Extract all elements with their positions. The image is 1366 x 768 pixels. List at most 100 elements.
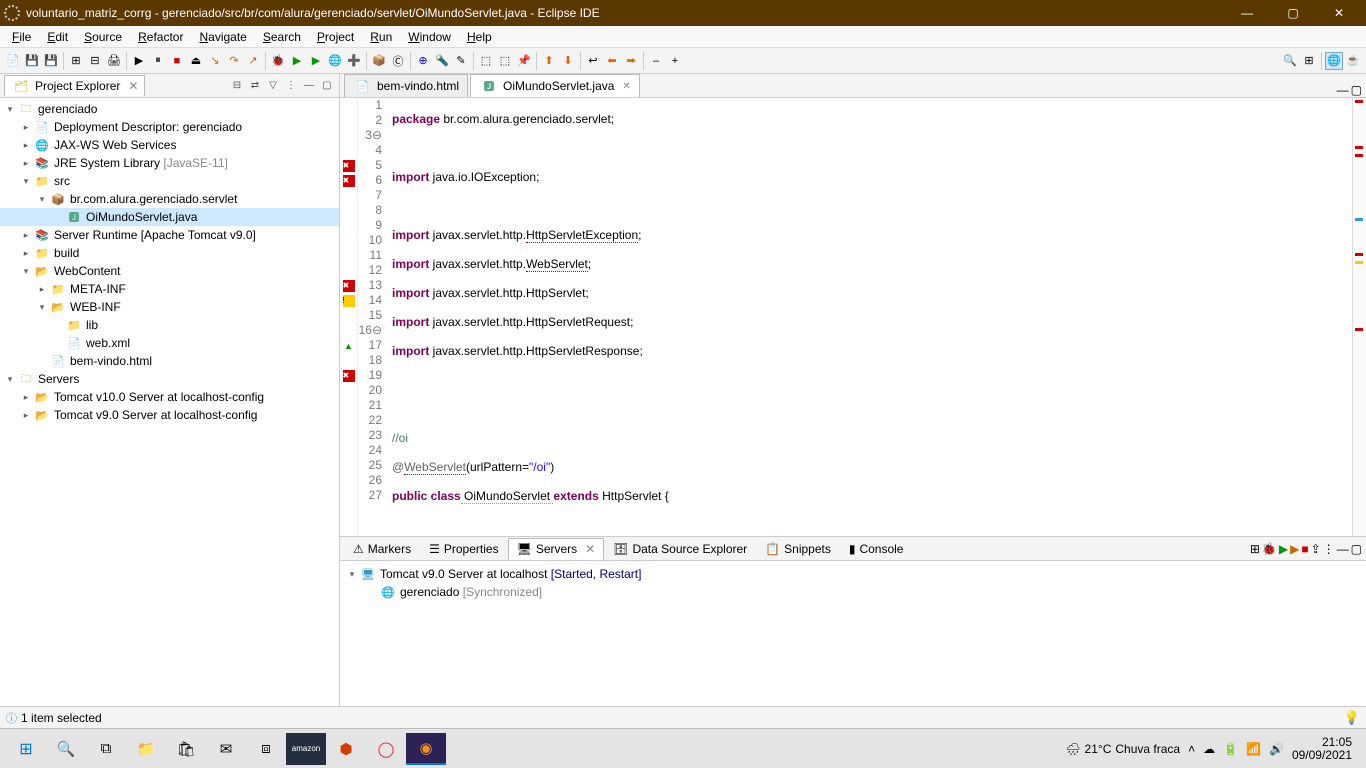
tree-node-servlet[interactable]: OiMundoServlet.java bbox=[84, 210, 197, 224]
search-button[interactable]: 🔍 bbox=[46, 733, 86, 765]
expand-arrow-icon[interactable]: ▾ bbox=[4, 374, 16, 385]
print-button[interactable]: 🖨 bbox=[105, 52, 123, 70]
expand-arrow-icon[interactable]: ▸ bbox=[20, 122, 32, 133]
code-editor[interactable]: ✖ ✖ ✖ ! ▲ ✖ 123⊖45678910111213141516⊖171… bbox=[340, 98, 1352, 536]
expand-arrow-icon[interactable]: ▸ bbox=[20, 158, 32, 169]
tab-properties[interactable]: ☰Properties bbox=[420, 538, 507, 560]
tree-node-bemvindo[interactable]: bem-vindo.html bbox=[68, 354, 152, 368]
file-explorer-button[interactable]: 📁 bbox=[126, 733, 166, 765]
menu-search[interactable]: Search bbox=[255, 28, 309, 46]
servers-tree[interactable]: ▾🖥Tomcat v9.0 Server at localhost [Start… bbox=[340, 561, 1366, 706]
maximize-button[interactable]: ▢ bbox=[1270, 0, 1316, 26]
new-java-package-button[interactable]: 📦 bbox=[370, 52, 388, 70]
overview-warn-mark[interactable] bbox=[1355, 261, 1363, 264]
volume-icon[interactable]: 🔊 bbox=[1269, 742, 1284, 756]
tree-node-tomcat10[interactable]: Tomcat v10.0 Server at localhost-config bbox=[52, 390, 264, 404]
tree-node-servers[interactable]: Servers bbox=[36, 372, 79, 386]
perspective-javaee[interactable]: 🌐 bbox=[1325, 52, 1343, 70]
tree-node-webcontent[interactable]: WebContent bbox=[52, 264, 121, 278]
stop-button[interactable]: ■ bbox=[168, 52, 186, 70]
tree-node-gerenciado[interactable]: gerenciado bbox=[36, 102, 97, 116]
opera-button[interactable]: ◯ bbox=[366, 733, 406, 765]
project-explorer-tab[interactable]: 🗂 Project Explorer ✕ bbox=[4, 75, 145, 96]
store-button[interactable]: 🛍 bbox=[166, 733, 206, 765]
forward-button[interactable]: ➡ bbox=[622, 52, 640, 70]
expand-arrow-icon[interactable]: ▾ bbox=[4, 104, 16, 115]
close-icon[interactable]: ✕ bbox=[622, 81, 630, 92]
minimize-icon[interactable]: — bbox=[1337, 83, 1349, 97]
suspend-button[interactable]: ⏸ bbox=[149, 52, 167, 70]
close-icon[interactable]: ✕ bbox=[585, 542, 595, 556]
profile-server-button[interactable]: ▶ bbox=[1290, 542, 1299, 556]
server-link-button[interactable]: ⊞ bbox=[1250, 542, 1260, 556]
amazon-button[interactable]: amazon bbox=[286, 733, 326, 765]
overview-error-mark[interactable] bbox=[1355, 154, 1363, 157]
zoom-in-button[interactable]: + bbox=[666, 52, 684, 70]
marker-gutter[interactable]: ✖ ✖ ✖ ! ▲ ✖ bbox=[340, 98, 358, 536]
toggle-mark-button[interactable]: ✎ bbox=[452, 52, 470, 70]
menu-source[interactable]: Source bbox=[76, 28, 130, 46]
step-over-button[interactable]: ↷ bbox=[225, 52, 243, 70]
expand-arrow-icon[interactable]: ▸ bbox=[20, 230, 32, 241]
overview-error-mark[interactable] bbox=[1355, 146, 1363, 149]
editor-tab-bemvindo[interactable]: 📄bem-vindo.html bbox=[344, 74, 468, 97]
editor-tab-oimundo[interactable]: 🅹OiMundoServlet.java✕ bbox=[470, 74, 640, 97]
tree-node-src[interactable]: src bbox=[52, 174, 70, 188]
open-type-button[interactable]: ⊕ bbox=[414, 52, 432, 70]
server-tomcat9[interactable]: Tomcat v9.0 Server at localhost [Started… bbox=[378, 567, 641, 581]
project-tree[interactable]: ▾🗀gerenciado ▸📄Deployment Descriptor: ge… bbox=[0, 98, 339, 706]
filter-button[interactable]: ▽ bbox=[265, 78, 281, 94]
tree-node-webxml[interactable]: web.xml bbox=[84, 336, 130, 350]
coverage-button[interactable]: ▶ bbox=[307, 52, 325, 70]
dropbox-button[interactable]: ⧈ bbox=[246, 733, 286, 765]
menu-file[interactable]: File bbox=[4, 28, 39, 46]
minimize-button[interactable]: — bbox=[1224, 0, 1270, 26]
search-icon[interactable]: 🔍 bbox=[1281, 52, 1299, 70]
clock[interactable]: 21:05 09/09/2021 bbox=[1292, 736, 1352, 762]
menu-help[interactable]: Help bbox=[459, 28, 500, 46]
tree-node-build[interactable]: build bbox=[52, 246, 79, 260]
expand-arrow-icon[interactable]: ▾ bbox=[346, 569, 358, 580]
tree-node-pkg[interactable]: br.com.alura.gerenciado.servlet bbox=[68, 192, 237, 206]
expand-arrow-icon[interactable]: ▾ bbox=[20, 176, 32, 187]
tree-node-jaxws[interactable]: JAX-WS Web Services bbox=[52, 138, 176, 152]
tab-snippets[interactable]: 📋Snippets bbox=[756, 538, 840, 560]
step-return-button[interactable]: ↗ bbox=[244, 52, 262, 70]
tree-node-depdesc[interactable]: Deployment Descriptor: gerenciado bbox=[52, 120, 242, 134]
start-server-button[interactable]: ▶ bbox=[1279, 542, 1288, 556]
overview-error-mark[interactable] bbox=[1355, 328, 1363, 331]
expand-arrow-icon[interactable]: ▾ bbox=[36, 194, 48, 205]
tab-console[interactable]: ▮Console bbox=[840, 538, 913, 560]
eclipse-taskbar-button[interactable]: ◉ bbox=[406, 733, 446, 765]
last-edit-button[interactable]: ↩ bbox=[584, 52, 602, 70]
onedrive-icon[interactable]: ☁ bbox=[1203, 742, 1215, 756]
new-button[interactable]: 📄 bbox=[4, 52, 22, 70]
menu-navigate[interactable]: Navigate bbox=[191, 28, 254, 46]
expand-arrow-icon[interactable]: ▸ bbox=[20, 410, 32, 421]
next-annotation-button[interactable]: ⬇ bbox=[559, 52, 577, 70]
start-button[interactable]: ⊞ bbox=[6, 733, 46, 765]
maximize-icon[interactable]: ▢ bbox=[1351, 542, 1362, 556]
battery-icon[interactable]: 🔋 bbox=[1223, 742, 1238, 756]
overview-ruler[interactable] bbox=[1352, 98, 1366, 536]
overview-info-mark[interactable] bbox=[1355, 218, 1363, 221]
ext-button-2[interactable]: ⬚ bbox=[496, 52, 514, 70]
new-java-class-button[interactable]: Ⓒ bbox=[389, 52, 407, 70]
tree-node-runtime[interactable]: Server Runtime [Apache Tomcat v9.0] bbox=[52, 228, 256, 242]
expand-arrow-icon[interactable]: ▸ bbox=[36, 284, 48, 295]
menu-refactor[interactable]: Refactor bbox=[130, 28, 191, 46]
link-editor-button[interactable]: ⇄ bbox=[247, 78, 263, 94]
view-menu-button[interactable]: ⋮ bbox=[283, 78, 299, 94]
expand-arrow-icon[interactable]: ▸ bbox=[20, 248, 32, 259]
task-view-button[interactable]: ⧉ bbox=[86, 733, 126, 765]
menu-window[interactable]: Window bbox=[400, 28, 459, 46]
overview-error-mark[interactable] bbox=[1355, 253, 1363, 256]
toggle-button[interactable]: ⊞ bbox=[67, 52, 85, 70]
warning-marker-icon[interactable]: ! bbox=[343, 295, 355, 307]
expand-arrow-icon[interactable]: ▸ bbox=[20, 392, 32, 403]
overview-error-mark[interactable] bbox=[1355, 100, 1363, 103]
expand-arrow-icon[interactable]: ▾ bbox=[36, 302, 48, 313]
minimize-icon[interactable]: — bbox=[1337, 542, 1349, 556]
step-into-button[interactable]: ↘ bbox=[206, 52, 224, 70]
run-button[interactable]: ▶ bbox=[288, 52, 306, 70]
